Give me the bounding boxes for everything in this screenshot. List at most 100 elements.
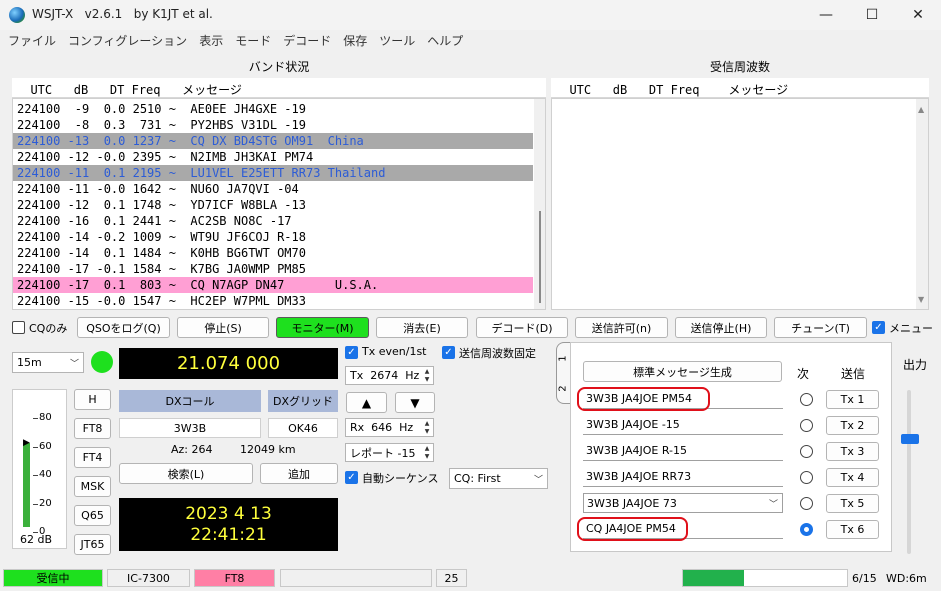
menu-save[interactable]: 保存 — [339, 30, 375, 50]
tx-even-checkbox[interactable]: ✓ — [345, 346, 358, 359]
status-count: 6/15 — [852, 572, 877, 585]
scroll-up-icon[interactable]: ▲ — [918, 105, 924, 114]
erase-button[interactable]: 消去(E) — [376, 317, 468, 338]
mode-ft8-button[interactable]: FT8 — [74, 418, 111, 439]
band-activity-scrollbar[interactable] — [534, 99, 545, 309]
scrollbar-thumb[interactable] — [539, 211, 541, 303]
signal-db-label: 62 dB — [20, 533, 53, 546]
tx-freq-spinbox[interactable]: Tx 2674 Hz ▲ ▼ — [345, 366, 434, 385]
tab-2[interactable]: 2 — [558, 385, 569, 391]
up-arrow-button[interactable]: ▲ — [346, 392, 387, 413]
cq-first-select[interactable]: CQ: First ﹀ — [449, 468, 548, 489]
auto-seq-checkbox[interactable]: ✓ — [345, 471, 358, 484]
enable-tx-button[interactable]: 送信許可(n) — [575, 317, 668, 338]
menu-mode[interactable]: モード — [231, 30, 279, 50]
monitor-button[interactable]: モニター(M) — [276, 317, 369, 338]
power-slider-track[interactable] — [907, 390, 911, 554]
tx-messages-panel: 標準メッセージ生成 次 送信 3W3B JA4JOE PM54 3W3B JA4… — [570, 342, 892, 552]
decode-row[interactable]: 224100 -12 0.1 1748 ~ YD7ICF W8BLA -13 — [13, 197, 533, 213]
decode-row[interactable]: 224100 -16 0.1 2441 ~ AC2SB NO8C -17 — [13, 213, 533, 229]
add-button[interactable]: 追加 — [260, 463, 338, 484]
close-icon[interactable]: ✕ — [895, 0, 941, 30]
spin-arrows-icon[interactable]: ▲ ▼ — [422, 420, 432, 435]
tx5-message-combo[interactable]: 3W3B JA4JOE 73 ﹀ — [583, 493, 783, 513]
maximize-icon[interactable]: ☐ — [849, 0, 895, 30]
tx2-send-button[interactable]: Tx 2 — [826, 416, 879, 435]
mode-msk-button[interactable]: MSK — [74, 476, 111, 497]
tx4-send-button[interactable]: Tx 4 — [826, 468, 879, 487]
decode-row[interactable]: 224100 -12 -0.0 2395 ~ N2IMB JH3KAI PM74 — [13, 149, 533, 165]
tx2-next-radio[interactable] — [800, 419, 813, 432]
report-spinbox[interactable]: レポート -15 ▲ ▼ — [345, 443, 434, 462]
rx-frequency-scrollbar[interactable]: ▲ ▼ — [916, 99, 928, 309]
decode-button[interactable]: デコード(D) — [476, 317, 568, 338]
tx5-send-button[interactable]: Tx 5 — [826, 494, 879, 513]
dx-call-input[interactable]: 3W3B — [119, 418, 261, 438]
tx3-next-radio[interactable] — [800, 445, 813, 458]
power-slider-thumb[interactable] — [901, 434, 919, 444]
status-rig: IC-7300 — [107, 569, 190, 587]
tune-button[interactable]: チューン(T) — [774, 317, 867, 338]
mode-ft4-button[interactable]: FT4 — [74, 447, 111, 468]
highlight-ring-tx1 — [577, 387, 710, 411]
signal-meter-bar — [23, 443, 30, 527]
clock-date: 2023 4 13 — [185, 503, 272, 524]
decode-row[interactable]: 224100 -17 0.1 803 ~ CQ N7AGP DN47 U.S.A… — [13, 277, 533, 293]
rx-frequency-title: 受信周波数 — [709, 60, 770, 74]
band-activity-list[interactable]: 224100 -9 0.0 2510 ~ AE0EE JH4GXE -19 224… — [12, 98, 546, 310]
scroll-down-icon[interactable]: ▼ — [918, 295, 924, 304]
decode-row[interactable]: 224100 -14 0.1 1484 ~ K0HB BG6TWT OM70 — [13, 245, 533, 261]
tx1-next-radio[interactable] — [800, 393, 813, 406]
menu-help[interactable]: ヘルプ — [423, 30, 471, 50]
log-qso-button[interactable]: QSOをログ(Q) — [77, 317, 170, 338]
tx5-next-radio[interactable] — [800, 497, 813, 510]
status-wd: WD:6m — [886, 572, 927, 585]
decode-row[interactable]: 224100 -9 0.0 2510 ~ AE0EE JH4GXE -19 — [13, 101, 533, 117]
halt-tx-button[interactable]: 送信停止(H) — [675, 317, 767, 338]
tx4-message-input[interactable]: 3W3B JA4JOE RR73 — [583, 467, 783, 487]
band-value: 15m — [17, 356, 42, 369]
menu-decode[interactable]: デコード — [279, 30, 339, 50]
spin-arrows-icon[interactable]: ▲ ▼ — [422, 445, 432, 460]
app-icon — [9, 7, 25, 23]
tx3-message-input[interactable]: 3W3B JA4JOE R-15 — [583, 441, 783, 461]
cq-only-checkbox[interactable] — [12, 321, 25, 334]
menu-file[interactable]: ファイル — [4, 30, 64, 50]
window-title: WSJT-X v2.6.1 by K1JT et al. — [32, 7, 213, 21]
menus-label: メニュー — [889, 322, 933, 335]
stop-button[interactable]: 停止(S) — [177, 317, 269, 338]
menu-configurations[interactable]: コンフィグレーション — [64, 30, 195, 50]
down-arrow-button[interactable]: ▼ — [395, 392, 435, 413]
tx2-message-input[interactable]: 3W3B JA4JOE -15 — [583, 415, 783, 435]
decode-row[interactable]: 224100 -17 -0.1 1584 ~ K7BG JA0WMP PM85 — [13, 261, 533, 277]
decode-row[interactable]: 224100 -15 -0.0 1547 ~ HC2EP W7PML DM33 — [13, 293, 533, 309]
lookup-button[interactable]: 検索(L) — [119, 463, 253, 484]
decode-row[interactable]: 224100 -8 0.3 731 ~ PY2HBS V31DL -19 — [13, 117, 533, 133]
mode-q65-button[interactable]: Q65 — [74, 505, 111, 526]
spin-arrows-icon[interactable]: ▲ ▼ — [422, 368, 432, 383]
tx6-send-button[interactable]: Tx 6 — [826, 520, 879, 539]
decode-row[interactable]: 224100 -11 -0.0 1642 ~ NU6O JA7QVI -04 — [13, 181, 533, 197]
dx-grid-input[interactable]: OK46 — [268, 418, 338, 438]
decode-row[interactable]: 224100 -13 0.0 1237 ~ CQ DX BD4STG OM91 … — [13, 133, 533, 149]
menus-checkbox[interactable]: ✓ — [872, 321, 885, 334]
decode-row[interactable]: 224100 -11 0.1 2195 ~ LU1VEL E25ETT RR73… — [13, 165, 533, 181]
minimize-icon[interactable]: — — [803, 0, 849, 30]
tx1-send-button[interactable]: Tx 1 — [826, 390, 879, 409]
chevron-down-icon: ﹀ — [69, 359, 79, 369]
mode-h-button[interactable]: H — [74, 389, 111, 410]
rx-frequency-list[interactable]: ▲ ▼ — [551, 98, 929, 310]
menu-view[interactable]: 表示 — [195, 30, 231, 50]
tx4-next-radio[interactable] — [800, 471, 813, 484]
decode-row[interactable]: 224100 -14 -0.2 1009 ~ WT9U JF6COJ R-18 — [13, 229, 533, 245]
tx6-next-radio[interactable] — [800, 523, 813, 536]
tx-freq-value: Tx 2674 Hz — [350, 369, 420, 382]
band-select[interactable]: 15m ﹀ — [12, 352, 84, 373]
generate-messages-button[interactable]: 標準メッセージ生成 — [583, 361, 782, 382]
rx-freq-spinbox[interactable]: Rx 646 Hz ▲ ▼ — [345, 418, 434, 437]
mode-jt65-button[interactable]: JT65 — [74, 534, 111, 555]
hold-tx-freq-checkbox[interactable]: ✓ — [442, 346, 455, 359]
tab-1[interactable]: 1 — [558, 355, 569, 361]
tx3-send-button[interactable]: Tx 3 — [826, 442, 879, 461]
menu-tools[interactable]: ツール — [375, 30, 423, 50]
